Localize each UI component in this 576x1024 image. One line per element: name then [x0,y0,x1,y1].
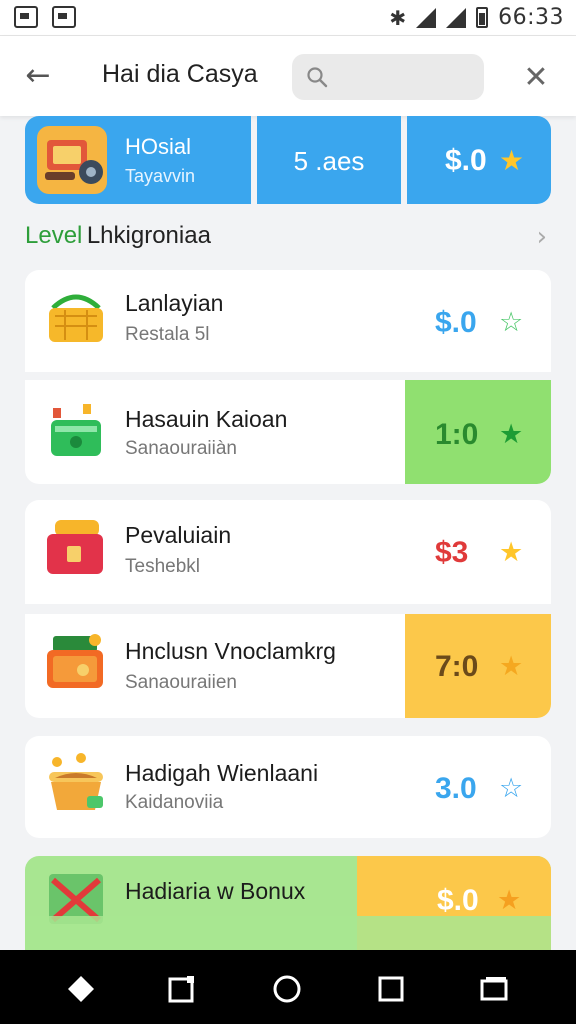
signal-icon [416,7,437,28]
red-chest-icon [47,520,103,574]
item-price: $3 [435,536,469,569]
item-subtitle: Sanaouraiien [125,672,237,693]
cash-box-icon [47,634,103,688]
item-price: 1:0 [435,418,479,451]
system-nav-bar [0,950,576,1024]
section-label-level: Level [25,222,83,249]
summary-right-value: $.0 [445,144,487,177]
item-price: $.0 [437,884,479,917]
summary-main-panel[interactable]: HOsial Tayavvin [25,116,251,204]
price-panel[interactable]: 1:0 ★ [405,380,551,484]
item-name: Hasauin Kaioan [125,406,288,432]
item-name: Hnclusn Vnoclamkrg [125,638,336,664]
price-panel[interactable]: 7:0 ★ [405,614,551,718]
coin-bowl-icon [49,753,103,810]
item-subtitle: Kaidanoviia [125,792,224,813]
item-subtitle: Teshebkl [125,556,200,577]
item-subtitle: Restala 5l [125,324,210,345]
notification-image-icon [52,6,76,28]
home-circle-icon[interactable] [272,974,302,1004]
section-header[interactable]: Level Lhkigroniaa › [25,222,551,254]
list-item[interactable]: Hnclusn Vnoclamkrg Sanaouraiien 7:0 ★ [25,614,551,718]
wifi-icon [446,7,467,28]
status-bar: ✱ 66:33 [0,0,576,36]
summary-middle-value: 5 .aes [293,146,365,176]
chevron-right-icon[interactable]: › [537,222,547,252]
window-icon[interactable] [479,974,509,1004]
item-name: Lanlayian [125,290,224,316]
green-bucket-icon [51,404,101,456]
bluetooth-icon: ✱ [389,5,407,30]
star-outline-icon[interactable]: ☆ [499,773,523,804]
item-price: $.0 [435,306,477,339]
star-outline-icon[interactable]: ☆ [499,307,523,338]
battery-icon [476,7,489,28]
section-label-title: Lhkigroniaa [86,222,211,249]
list-item[interactable]: Lanlayian Restala 5l $.0 ☆ [25,270,551,372]
search-input[interactable] [336,62,472,92]
item-name: Hadigah Wienlaani [125,760,319,786]
star-icon: ★ [499,144,525,177]
search-icon [307,67,328,88]
search-bar[interactable] [292,54,484,100]
item-name: Pevaluiain [125,522,232,548]
recents-icon[interactable] [167,974,197,1004]
star-filled-icon[interactable]: ★ [499,419,523,450]
summary-title: HOsial [125,134,192,159]
notification-box-icon [14,6,38,28]
item-subtitle: Sanaouraiiàn [125,438,237,459]
gold-basket-icon [49,294,103,342]
square-icon[interactable] [376,974,406,1004]
list-item[interactable]: Hasauin Kaioan Sanaouraiiàn 1:0 ★ [25,380,551,484]
bottom-fade-overlay [25,916,551,950]
list-item[interactable]: Hadigah Wienlaani Kaidanoviia 3.0 ☆ [25,736,551,838]
price-panel[interactable]: $.0 ☆ [405,270,551,372]
price-panel[interactable]: $3 ★ [405,500,551,604]
star-filled-icon[interactable]: ★ [499,537,523,568]
item-price: 7:0 [435,650,479,683]
diamond-icon[interactable] [66,974,96,1004]
close-icon[interactable]: ✕ [516,58,556,98]
page-title: Hai dia Casya [102,60,258,88]
summary-middle-panel[interactable]: 5 .aes [257,116,401,204]
star-filled-icon[interactable]: ★ [497,885,521,916]
back-arrow-icon[interactable]: ← [18,56,58,96]
summary-right-panel[interactable]: $.0 ★ [407,116,551,204]
item-name: Hadiaria w Bonux [125,878,306,904]
clock-time: 66:33 [498,5,564,30]
list-item[interactable]: Pevaluiain Teshebkl $3 ★ [25,500,551,604]
summary-card[interactable]: HOsial Tayavvin 5 .aes $.0 ★ [25,116,551,204]
star-filled-icon[interactable]: ★ [499,651,523,682]
item-price: 3.0 [435,772,477,805]
summary-subtitle: Tayavvin [125,166,196,186]
price-panel[interactable]: 3.0 ☆ [405,736,551,838]
cart-icon [37,126,107,194]
app-bar: ← Hai dia Casya ✕ [0,36,576,116]
